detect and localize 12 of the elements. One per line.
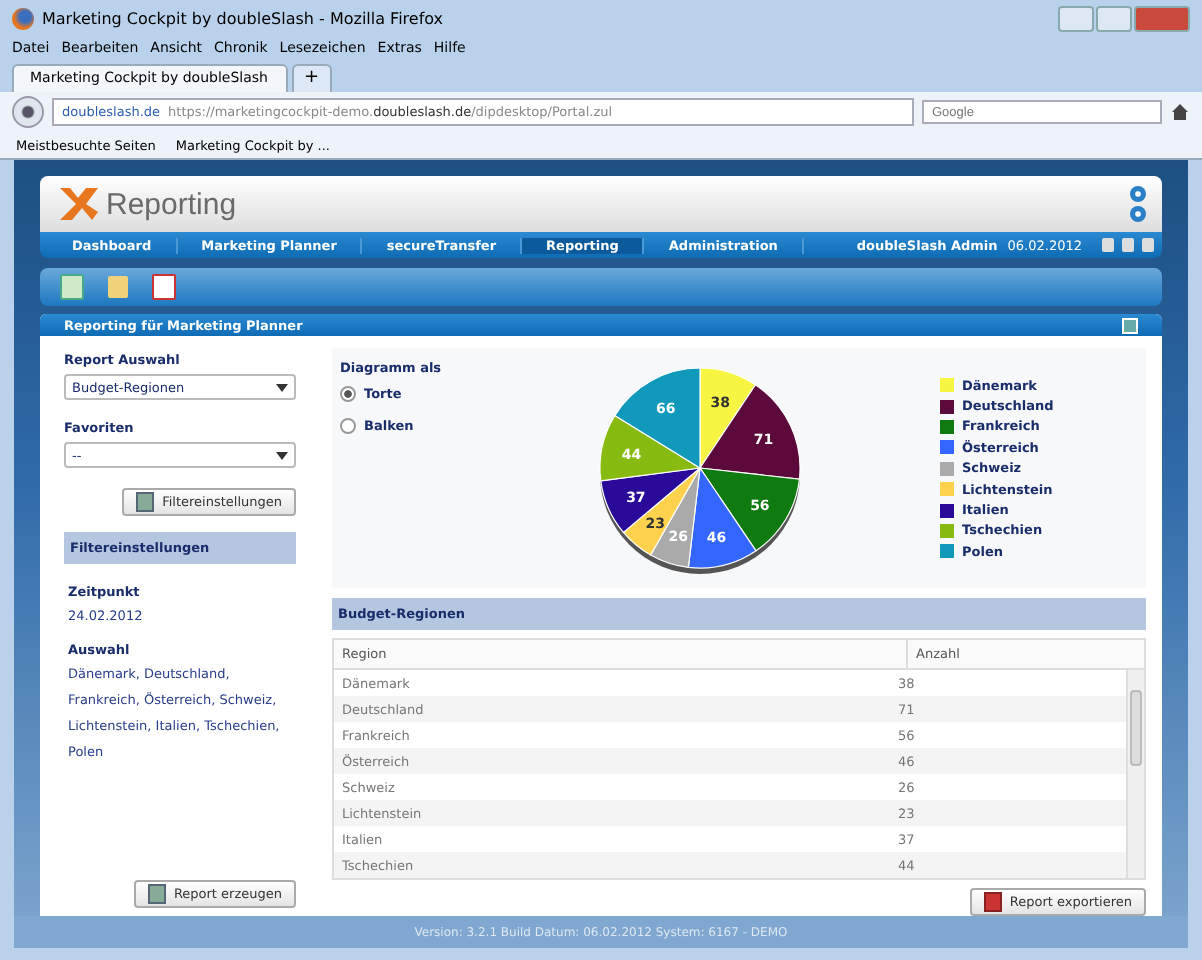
browser-logo-icon [12, 7, 34, 29]
maximize-icon[interactable] [1122, 317, 1138, 333]
window-title: Marketing Cockpit by doubleSlash - Mozilla Firefox [42, 9, 444, 27]
close-button[interactable] [1134, 5, 1190, 31]
back-button[interactable] [12, 96, 44, 128]
app-logo-text: Reporting [106, 187, 237, 221]
home-icon[interactable] [1170, 102, 1190, 122]
logo-icon [56, 184, 100, 224]
browser-tab[interactable]: + [292, 64, 332, 92]
minimize-button[interactable] [1058, 5, 1094, 31]
scrollbar[interactable] [1126, 670, 1144, 878]
maximize-button[interactable] [1096, 5, 1132, 31]
